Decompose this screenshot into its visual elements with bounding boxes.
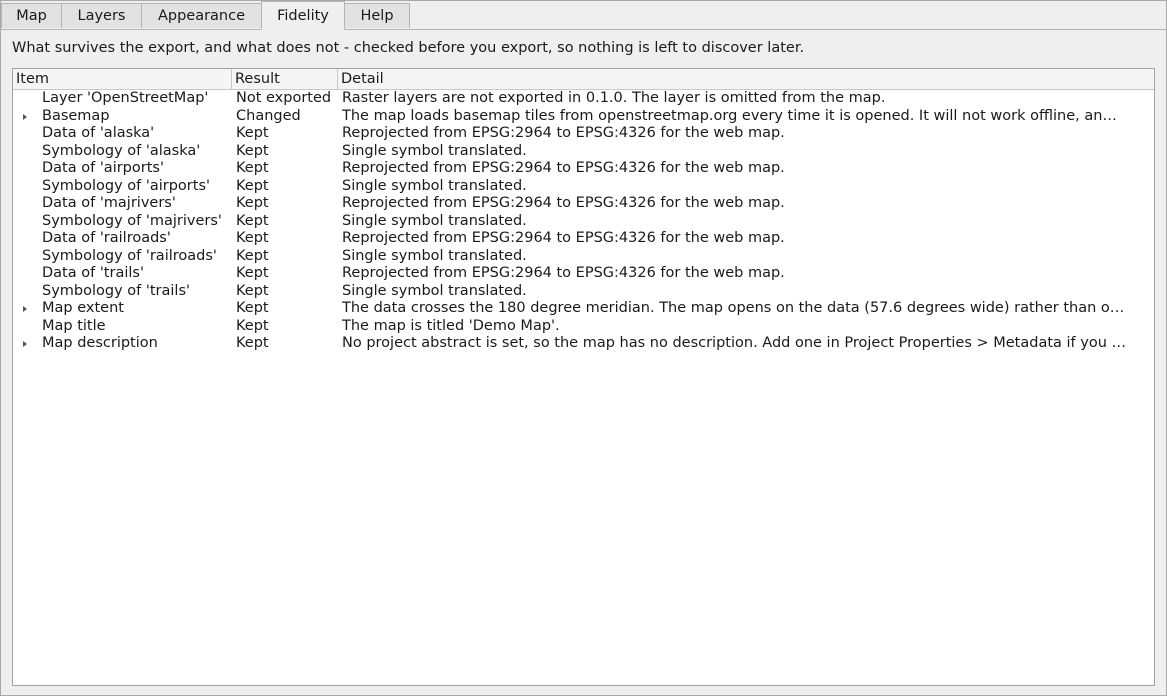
row-detail: Reprojected from EPSG:2964 to EPSG:4326 … (342, 230, 785, 246)
row-detail: No project abstract is set, so the map h… (342, 335, 1127, 351)
row-detail: Single symbol translated. (342, 177, 527, 194)
table-row[interactable]: Symbology of 'trails' Kept Single symbol t… (13, 283, 1154, 301)
row-result: Kept (236, 230, 269, 246)
row-detail: Single symbol translated. (342, 247, 527, 264)
row-item: Map extent (42, 300, 124, 316)
row-detail: Reprojected from EPSG:2964 to EPSG:4326 … (342, 195, 785, 211)
row-result: Kept (236, 265, 269, 281)
table-row[interactable]: Data of 'railroads' Kept Reprojected from … (13, 230, 1154, 248)
tab-label: Map (16, 8, 47, 24)
table-row[interactable]: Basemap Changed The map loads basemap tile… (13, 108, 1154, 126)
table-body: Layer 'OpenStreetMap' Not exported Raster … (13, 90, 1154, 353)
tab-help[interactable]: Help (344, 3, 410, 28)
column-header-item[interactable]: Item (13, 69, 232, 89)
row-item: Data of 'trails' (42, 265, 144, 281)
row-detail: The map loads basemap tiles from openstr… (342, 107, 1117, 124)
table-row[interactable]: Data of 'alaska' Kept Reprojected from EPS… (13, 125, 1154, 143)
tab-label: Help (360, 8, 394, 24)
row-result: Kept (236, 300, 269, 316)
row-item: Data of 'airports' (42, 160, 164, 176)
row-item: Map title (42, 317, 106, 334)
row-item: Layer 'OpenStreetMap' (42, 90, 209, 106)
table-row[interactable]: Symbology of 'railroads' Kept Single symbo… (13, 248, 1154, 266)
row-detail: The data crosses the 180 degree meridian… (342, 300, 1125, 316)
fidelity-table[interactable]: Item Result Detail Layer 'OpenStreetMap'… (12, 68, 1155, 686)
row-detail: Reprojected from EPSG:2964 to EPSG:4326 … (342, 265, 785, 281)
table-row[interactable]: Symbology of 'majrivers' Kept Single symbo… (13, 213, 1154, 231)
table-row[interactable]: Data of 'airports' Kept Reprojected from E… (13, 160, 1154, 178)
row-result: Kept (236, 317, 269, 334)
column-header-detail[interactable]: Detail (338, 69, 1154, 89)
expand-arrow-icon[interactable] (23, 113, 27, 120)
row-result: Kept (236, 247, 269, 264)
row-item: Symbology of 'trails' (42, 282, 190, 299)
row-detail: Reprojected from EPSG:2964 to EPSG:4326 … (342, 160, 785, 176)
tab-appearance[interactable]: Appearance (141, 3, 262, 28)
row-item: Data of 'railroads' (42, 230, 171, 246)
row-result: Kept (236, 212, 269, 229)
row-result: Not exported (236, 90, 332, 106)
row-result: Kept (236, 160, 269, 176)
table-row[interactable]: Map title Kept The map is titled 'Demo Map… (13, 318, 1154, 336)
expand-arrow-icon[interactable] (23, 306, 27, 312)
row-item: Map description (42, 335, 158, 351)
row-detail: Raster layers are not exported in 0.1.0.… (342, 90, 886, 106)
table-row[interactable]: Layer 'OpenStreetMap' Not exported Raster … (13, 90, 1154, 108)
column-header-result[interactable]: Result (232, 69, 338, 89)
tab-label: Layers (77, 8, 126, 24)
row-detail: Reprojected from EPSG:2964 to EPSG:4326 … (342, 125, 785, 141)
row-item: Symbology of 'majrivers' (42, 212, 222, 229)
row-item: Basemap (42, 107, 110, 124)
row-result: Kept (236, 125, 269, 141)
row-item: Data of 'alaska' (42, 125, 155, 141)
row-item: Data of 'majrivers' (42, 195, 176, 211)
table-row[interactable]: Map description Kept No project abstract i… (13, 335, 1154, 353)
row-result: Changed (236, 107, 301, 124)
table-header: Item Result Detail (13, 69, 1154, 90)
tab-layers[interactable]: Layers (61, 3, 142, 28)
tab-map[interactable]: Map (1, 3, 62, 28)
table-row[interactable]: Symbology of 'airports' Kept Single symbol… (13, 178, 1154, 196)
tab-label: Appearance (157, 8, 246, 24)
row-item: Symbology of 'alaska' (42, 142, 201, 159)
fidelity-description: What survives the export, and what does … (12, 40, 805, 56)
row-item: Symbology of 'railroads' (42, 247, 217, 264)
row-detail: Single symbol translated. (342, 142, 527, 159)
row-detail: Single symbol translated. (342, 282, 527, 299)
row-detail: The map is titled 'Demo Map'. (342, 317, 560, 334)
row-result: Kept (236, 282, 269, 299)
row-result: Kept (236, 335, 269, 351)
row-item: Symbology of 'airports' (42, 177, 210, 194)
table-row[interactable]: Data of 'majrivers' Kept Reprojected from … (13, 195, 1154, 213)
tab-bar: Map Layers Appearance Fidelity Help (1, 1, 1166, 30)
row-result: Kept (236, 142, 269, 159)
table-row[interactable]: Map extent Kept The data crosses the 180 d… (13, 300, 1154, 318)
tab-fidelity[interactable]: Fidelity (261, 1, 345, 30)
table-row[interactable]: Data of 'trails' Kept Reprojected from EPS… (13, 265, 1154, 283)
tab-label: Fidelity (277, 8, 329, 24)
table-row[interactable]: Symbology of 'alaska' Kept Single symbol t… (13, 143, 1154, 161)
dialog-window: Map Layers Appearance Fidelity Help What… (0, 0, 1167, 696)
row-result: Kept (236, 195, 269, 211)
row-detail: Single symbol translated. (342, 212, 527, 229)
expand-arrow-icon[interactable] (23, 341, 27, 347)
row-result: Kept (236, 177, 269, 194)
